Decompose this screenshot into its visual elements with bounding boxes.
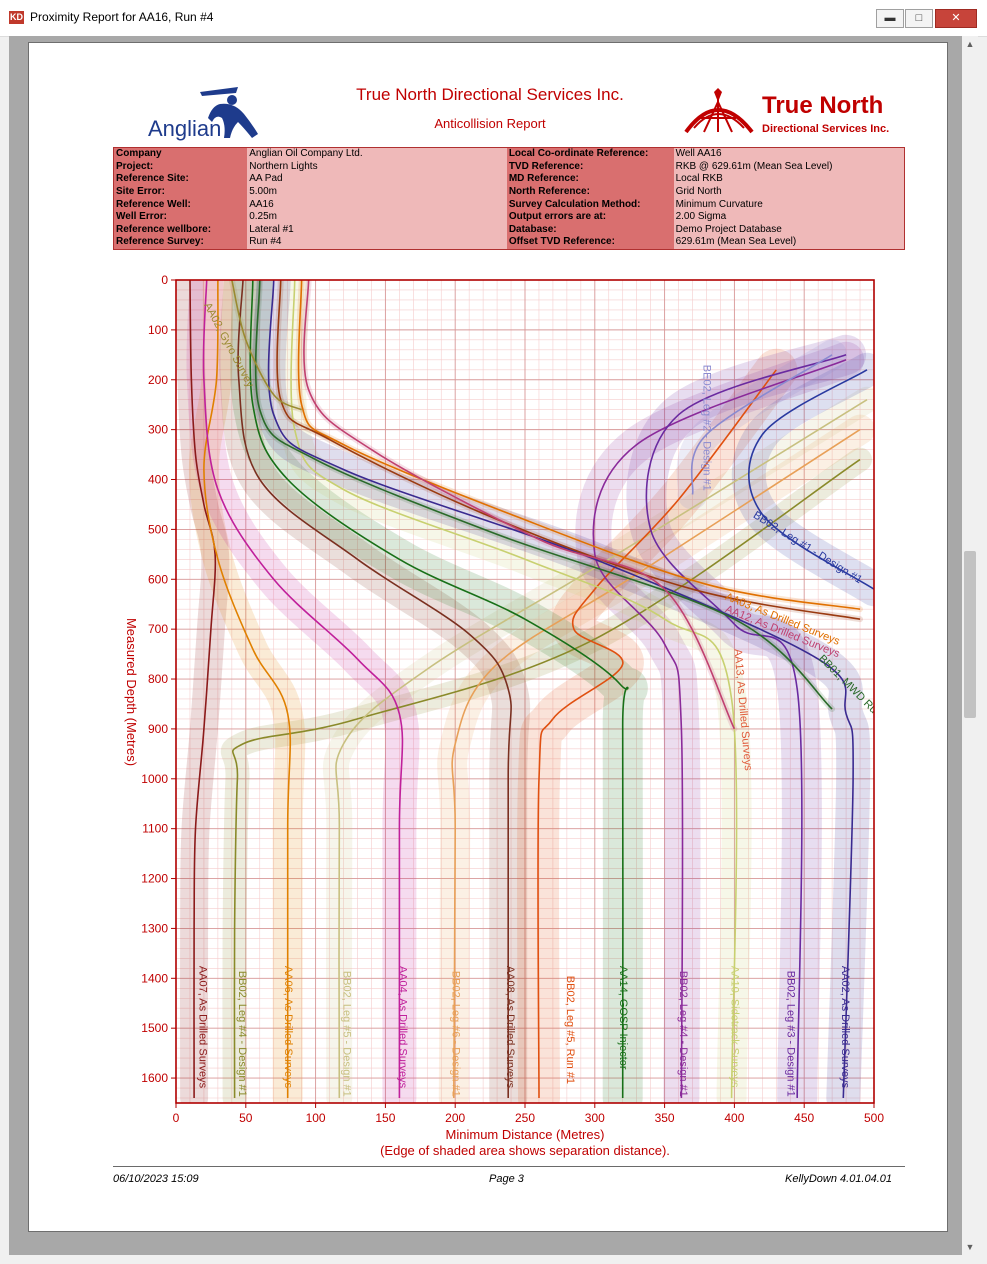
x-tick-label: 300 (585, 1111, 605, 1125)
y-tick-label: 900 (148, 722, 168, 736)
x-axis-sublabel: (Edge of shaded area shows separation di… (380, 1143, 670, 1158)
series-label: BB02, Leg #5, Run #1 (564, 976, 576, 1084)
series-label: AA10, Sidetrack Surveys (729, 966, 741, 1088)
series-label: BB02, Leg #4 - Design #1 (236, 971, 248, 1097)
y-tick-label: 500 (148, 522, 168, 536)
y-tick-label: 1200 (141, 872, 168, 886)
x-axis-label: Minimum Distance (Metres) (446, 1127, 605, 1142)
x-tick-label: 350 (655, 1111, 675, 1125)
y-tick-label: 1100 (142, 822, 168, 836)
y-tick-label: 1500 (141, 1021, 168, 1035)
series-label: AA02, As Drilled Surveys (839, 966, 851, 1089)
footer-date: 06/10/2023 15:09 (113, 1173, 199, 1185)
x-tick-label: 50 (239, 1111, 253, 1125)
y-tick-label: 800 (148, 672, 168, 686)
series-label: BB02, Leg #3 - Design #1 (784, 971, 796, 1097)
x-tick-label: 500 (864, 1111, 884, 1125)
y-tick-label: 700 (148, 622, 168, 636)
series-label: BB02, Leg #6 - Design #1 (449, 971, 461, 1097)
y-tick-label: 300 (148, 423, 168, 437)
proximity-chart: AA07, As Drilled Surveys BB02, Leg #4 - D… (124, 273, 884, 1158)
series-label: BB02, Leg #5 - Design #1 (341, 971, 353, 1097)
x-tick-label: 400 (724, 1111, 744, 1125)
series-label: AA08, As Drilled Surveys (504, 966, 516, 1089)
y-tick-label: 400 (148, 473, 168, 487)
x-tick-label: 250 (515, 1111, 535, 1125)
series-label: BE02, Leg #2 - Design #1 (701, 365, 713, 491)
y-tick-label: 600 (148, 572, 168, 586)
y-tick-label: 1600 (141, 1071, 168, 1085)
series-label: AA04, As Drilled Surveys (396, 966, 408, 1089)
footer-divider (113, 1166, 905, 1167)
x-tick-label: 0 (173, 1111, 180, 1125)
footer-version: KellyDown 4.01.04.01 (785, 1173, 893, 1185)
x-tick-label: 100 (306, 1111, 326, 1125)
series-label: AA14, GOSP Injector (617, 966, 629, 1070)
x-tick-label: 150 (375, 1111, 395, 1125)
y-tick-label: 200 (148, 373, 168, 387)
y-axis-label: Measured Depth (Metres) (124, 618, 139, 766)
y-tick-label: 1400 (141, 971, 168, 985)
x-tick-label: 200 (445, 1111, 465, 1125)
y-tick-label: 1000 (141, 772, 168, 786)
y-tick-label: 1300 (141, 921, 168, 935)
x-tick-label: 450 (794, 1111, 814, 1125)
series-label: AA07, As Drilled Surveys (197, 966, 209, 1089)
y-tick-label: 100 (148, 323, 168, 337)
y-tick-label: 0 (161, 273, 168, 287)
footer-page: Page 3 (489, 1173, 524, 1185)
series-label: BB02, Leg #4 - Design #1 (677, 971, 689, 1097)
series-label: AA06, As Drilled Surveys (282, 966, 294, 1089)
